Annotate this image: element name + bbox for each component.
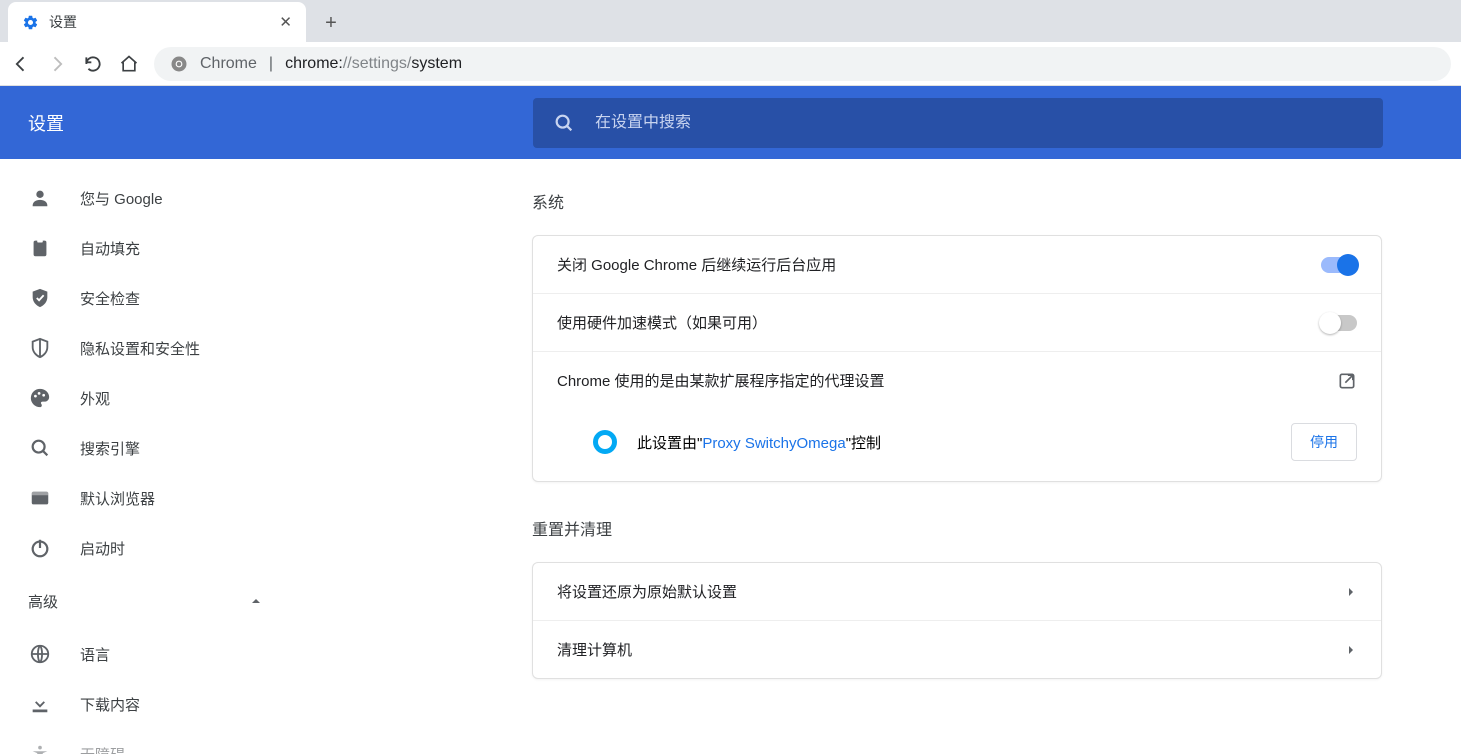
sidebar-item-label: 安全检查 xyxy=(80,288,140,309)
sidebar-item-safety[interactable]: 安全检查 xyxy=(0,273,330,323)
home-button[interactable] xyxy=(118,53,140,75)
sidebar-item-privacy[interactable]: 隐私设置和安全性 xyxy=(0,323,330,373)
sidebar-item-autofill[interactable]: 自动填充 xyxy=(0,223,330,273)
sidebar-item-label: 自动填充 xyxy=(80,238,140,259)
row-proxy[interactable]: Chrome 使用的是由某款扩展程序指定的代理设置 xyxy=(533,352,1381,409)
browser-toolbar: Chrome | chrome://settings/system xyxy=(0,42,1461,86)
new-tab-button[interactable]: + xyxy=(316,8,346,38)
browser-tab-settings[interactable]: 设置 ✕ xyxy=(8,2,306,42)
sidebar-item-label: 无障碍 xyxy=(80,744,125,754)
person-icon xyxy=(28,186,52,210)
extension-badge-icon xyxy=(593,430,617,454)
clipboard-icon xyxy=(28,236,52,260)
row-label: 清理计算机 xyxy=(557,639,1345,660)
chevron-right-icon xyxy=(1345,644,1357,656)
chevron-up-icon xyxy=(250,595,262,607)
browser-icon xyxy=(28,486,52,510)
sidebar-item-label: 下载内容 xyxy=(80,694,140,715)
sidebar-item-label: 语言 xyxy=(80,644,110,665)
palette-icon xyxy=(28,386,52,410)
sidebar-item-default-browser[interactable]: 默认浏览器 xyxy=(0,473,330,523)
search-icon xyxy=(28,436,52,460)
sidebar-item-label: 您与 Google xyxy=(80,188,163,209)
extension-name-link[interactable]: Proxy SwitchyOmega xyxy=(702,435,845,452)
download-icon xyxy=(28,692,52,716)
settings-header: 设置 xyxy=(0,86,1461,159)
sidebar-item-label: 隐私设置和安全性 xyxy=(80,338,200,359)
settings-main: 系统 关闭 Google Chrome 后继续运行后台应用 使用硬件加速模式（如… xyxy=(330,159,1461,754)
close-icon[interactable]: ✕ xyxy=(279,13,292,31)
page-title: 设置 xyxy=(28,110,64,136)
open-external-icon xyxy=(1337,371,1357,391)
search-input[interactable] xyxy=(595,114,1363,132)
sidebar-item-people[interactable]: 您与 Google xyxy=(0,173,330,223)
row-restore-defaults[interactable]: 将设置还原为原始默认设置 xyxy=(533,563,1381,621)
row-proxy-extension: 此设置由"Proxy SwitchyOmega"控制 停用 xyxy=(533,409,1381,481)
shield-icon xyxy=(28,336,52,360)
row-label: 关闭 Google Chrome 后继续运行后台应用 xyxy=(557,254,1321,275)
url-text: chrome://settings/system xyxy=(285,55,462,73)
browser-tab-strip: 设置 ✕ + xyxy=(0,0,1461,42)
row-label: 将设置还原为原始默认设置 xyxy=(557,581,1345,602)
toggle-background-apps[interactable] xyxy=(1321,257,1357,273)
reset-card: 将设置还原为原始默认设置 清理计算机 xyxy=(532,562,1382,679)
url-separator: | xyxy=(269,55,273,73)
chevron-right-icon xyxy=(1345,586,1357,598)
globe-icon xyxy=(28,642,52,666)
search-icon xyxy=(553,112,575,134)
chrome-icon xyxy=(170,55,188,73)
row-label: Chrome 使用的是由某款扩展程序指定的代理设置 xyxy=(557,370,1337,391)
sidebar-advanced-toggle[interactable]: 高级 xyxy=(0,573,330,629)
row-background-apps: 关闭 Google Chrome 后继续运行后台应用 xyxy=(533,236,1381,294)
row-cleanup[interactable]: 清理计算机 xyxy=(533,621,1381,678)
settings-sidebar: 您与 Google 自动填充 安全检查 隐私设置和安全性 外观 搜索引擎 默认浏… xyxy=(0,159,330,754)
disable-extension-button[interactable]: 停用 xyxy=(1291,423,1357,461)
sidebar-item-label: 启动时 xyxy=(80,538,125,559)
url-label: Chrome xyxy=(200,55,257,73)
reload-button[interactable] xyxy=(82,53,104,75)
forward-button[interactable] xyxy=(46,53,68,75)
sidebar-item-accessibility[interactable]: 无障碍 xyxy=(0,729,330,754)
sidebar-advanced-label: 高级 xyxy=(28,591,58,612)
shield-check-icon xyxy=(28,286,52,310)
sidebar-item-downloads[interactable]: 下载内容 xyxy=(0,679,330,729)
sidebar-item-search[interactable]: 搜索引擎 xyxy=(0,423,330,473)
sidebar-item-label: 搜索引擎 xyxy=(80,438,140,459)
address-bar[interactable]: Chrome | chrome://settings/system xyxy=(154,47,1451,81)
sidebar-item-language[interactable]: 语言 xyxy=(0,629,330,679)
system-card: 关闭 Google Chrome 后继续运行后台应用 使用硬件加速模式（如果可用… xyxy=(532,235,1382,482)
accessibility-icon xyxy=(28,742,52,754)
tab-title: 设置 xyxy=(49,12,269,32)
power-icon xyxy=(28,536,52,560)
settings-search[interactable] xyxy=(533,98,1383,148)
gear-icon xyxy=(22,14,39,31)
row-hw-accel: 使用硬件加速模式（如果可用） xyxy=(533,294,1381,352)
sidebar-item-appearance[interactable]: 外观 xyxy=(0,373,330,423)
sidebar-item-startup[interactable]: 启动时 xyxy=(0,523,330,573)
sidebar-item-label: 默认浏览器 xyxy=(80,488,155,509)
section-title-system: 系统 xyxy=(532,189,1382,213)
toggle-hw-accel[interactable] xyxy=(1321,315,1357,331)
section-title-reset: 重置并清理 xyxy=(532,516,1382,540)
row-label: 使用硬件加速模式（如果可用） xyxy=(557,312,1321,333)
sidebar-item-label: 外观 xyxy=(80,388,110,409)
extension-controlled-text: 此设置由"Proxy SwitchyOmega"控制 xyxy=(637,432,881,453)
back-button[interactable] xyxy=(10,53,32,75)
